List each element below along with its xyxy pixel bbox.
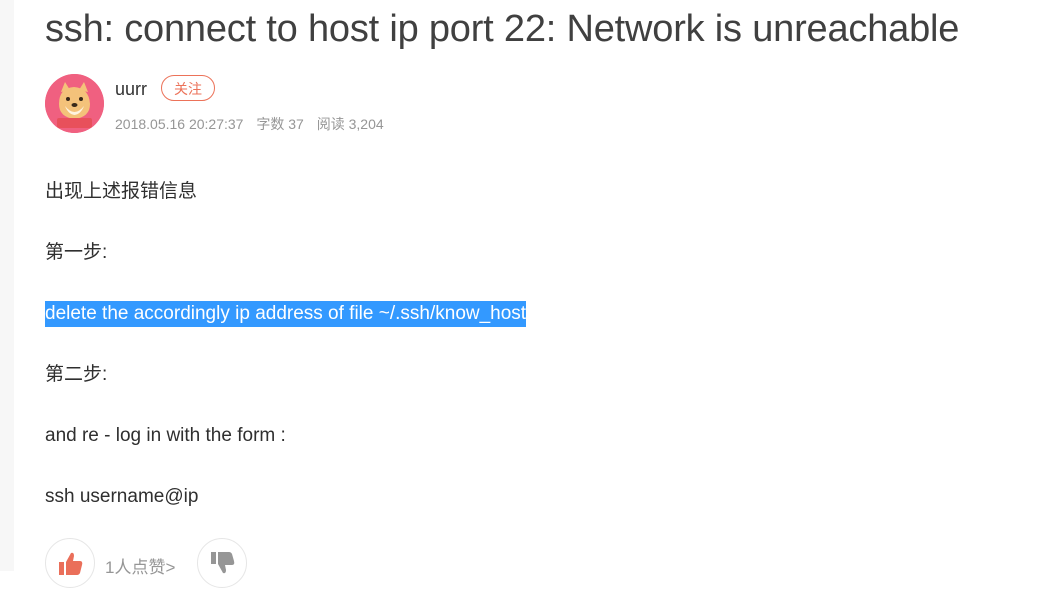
like-count[interactable]: 1人点赞>: [105, 553, 175, 578]
dislike-button[interactable]: [197, 538, 247, 588]
thumbs-down-icon: [211, 552, 235, 574]
article-meta: 2018.05.16 20:27:37 字数 37 阅读 3,204: [115, 114, 393, 134]
word-count: 字数 37: [256, 116, 304, 132]
paragraph: 出现上述报错信息: [45, 181, 198, 202]
avatar[interactable]: [45, 74, 104, 133]
publish-datetime: 2018.05.16 20:27:37: [115, 116, 244, 132]
paragraph: ssh username@ip: [45, 486, 199, 507]
paragraph: and re - log in with the form :: [45, 425, 286, 446]
author-row: uurr 关注 2018.05.16 20:27:37 字数 37 阅读 3,2…: [45, 74, 645, 134]
chevron-right-icon: >: [165, 558, 176, 577]
author-name[interactable]: uurr: [115, 79, 147, 100]
read-count: 阅读 3,204: [316, 116, 384, 132]
doge-avatar-icon: [45, 74, 104, 133]
paragraph: 第二步:: [45, 364, 108, 385]
article-actions: 1人点赞>: [45, 538, 445, 598]
follow-button[interactable]: 关注: [161, 75, 215, 101]
article-title: ssh: connect to host ip port 22: Network…: [45, 8, 960, 50]
selected-text[interactable]: delete the accordingly ip address of fil…: [45, 301, 527, 327]
paragraph: 第一步:: [45, 242, 108, 263]
thumbs-up-icon: [59, 552, 83, 575]
like-button[interactable]: [45, 538, 95, 588]
paragraph-selected: delete the accordingly ip address of fil…: [45, 300, 527, 328]
left-gutter: [0, 0, 14, 571]
